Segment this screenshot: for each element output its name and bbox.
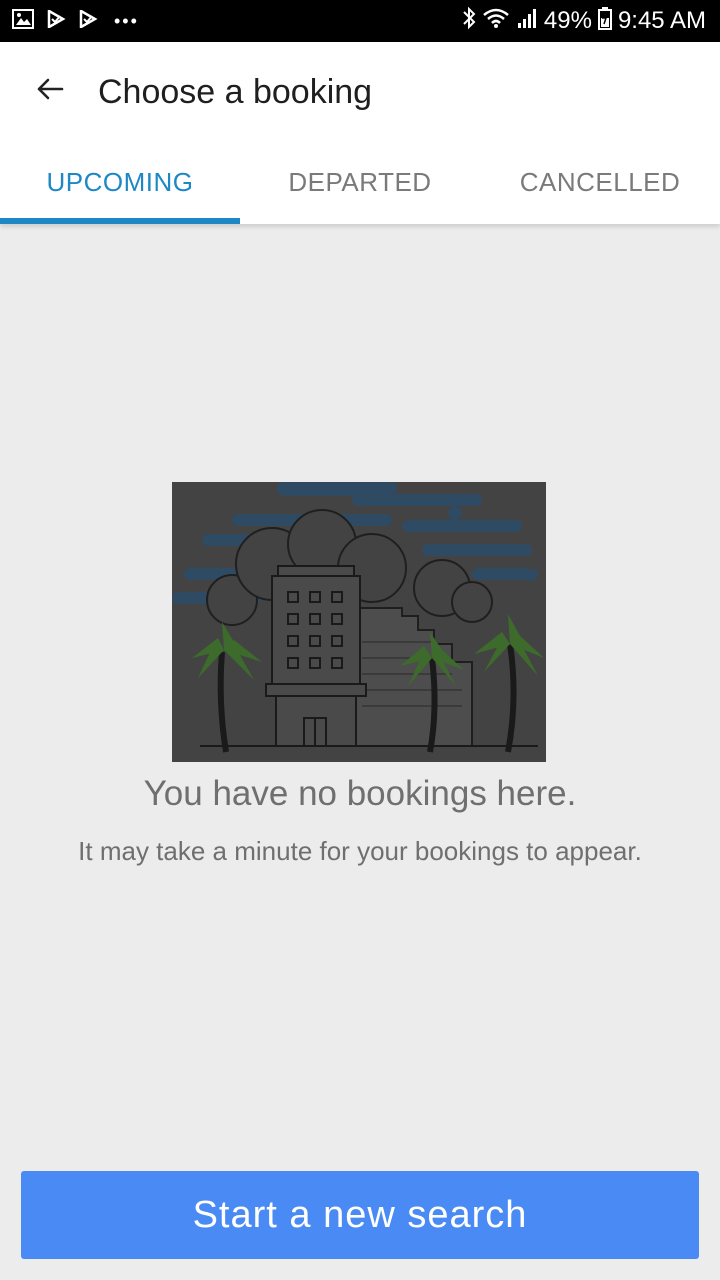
- check-flag-icon: [78, 9, 98, 34]
- more-dots-icon: •••: [114, 10, 139, 31]
- app-bar: Choose a booking: [0, 42, 720, 140]
- tab-upcoming[interactable]: UPCOMING: [0, 140, 240, 224]
- booking-tabs: UPCOMING DEPARTED CANCELLED: [0, 140, 720, 224]
- empty-state-title: You have no bookings here.: [143, 774, 577, 813]
- battery-icon: [597, 6, 612, 37]
- tab-label: DEPARTED: [288, 166, 432, 197]
- tab-label: UPCOMING: [46, 166, 194, 197]
- check-flag-icon: [46, 9, 66, 34]
- empty-state-subtitle: It may take a minute for your bookings t…: [78, 836, 642, 866]
- signal-icon: [516, 7, 538, 36]
- tab-label: CANCELLED: [519, 166, 681, 197]
- arrow-left-icon: [36, 77, 64, 106]
- wifi-icon: [482, 7, 510, 36]
- active-tab-indicator: [0, 218, 240, 224]
- start-new-search-button[interactable]: Start a new search: [21, 1171, 699, 1259]
- system-status: 49% 9:45 AM: [462, 0, 706, 42]
- tab-departed[interactable]: DEPARTED: [240, 140, 480, 224]
- bluetooth-icon: [462, 6, 476, 37]
- clock: 9:45 AM: [617, 7, 706, 34]
- notification-icons: •••: [12, 8, 139, 34]
- empty-state-illustration: [172, 482, 546, 762]
- tab-cancelled[interactable]: CANCELLED: [480, 140, 720, 224]
- back-button[interactable]: [28, 69, 72, 113]
- gallery-icon: [12, 8, 34, 34]
- status-bar: ••• 49% 9:45 AM: [0, 0, 720, 42]
- page-title: Choose a booking: [98, 73, 373, 111]
- battery-percent: 49%: [543, 7, 592, 34]
